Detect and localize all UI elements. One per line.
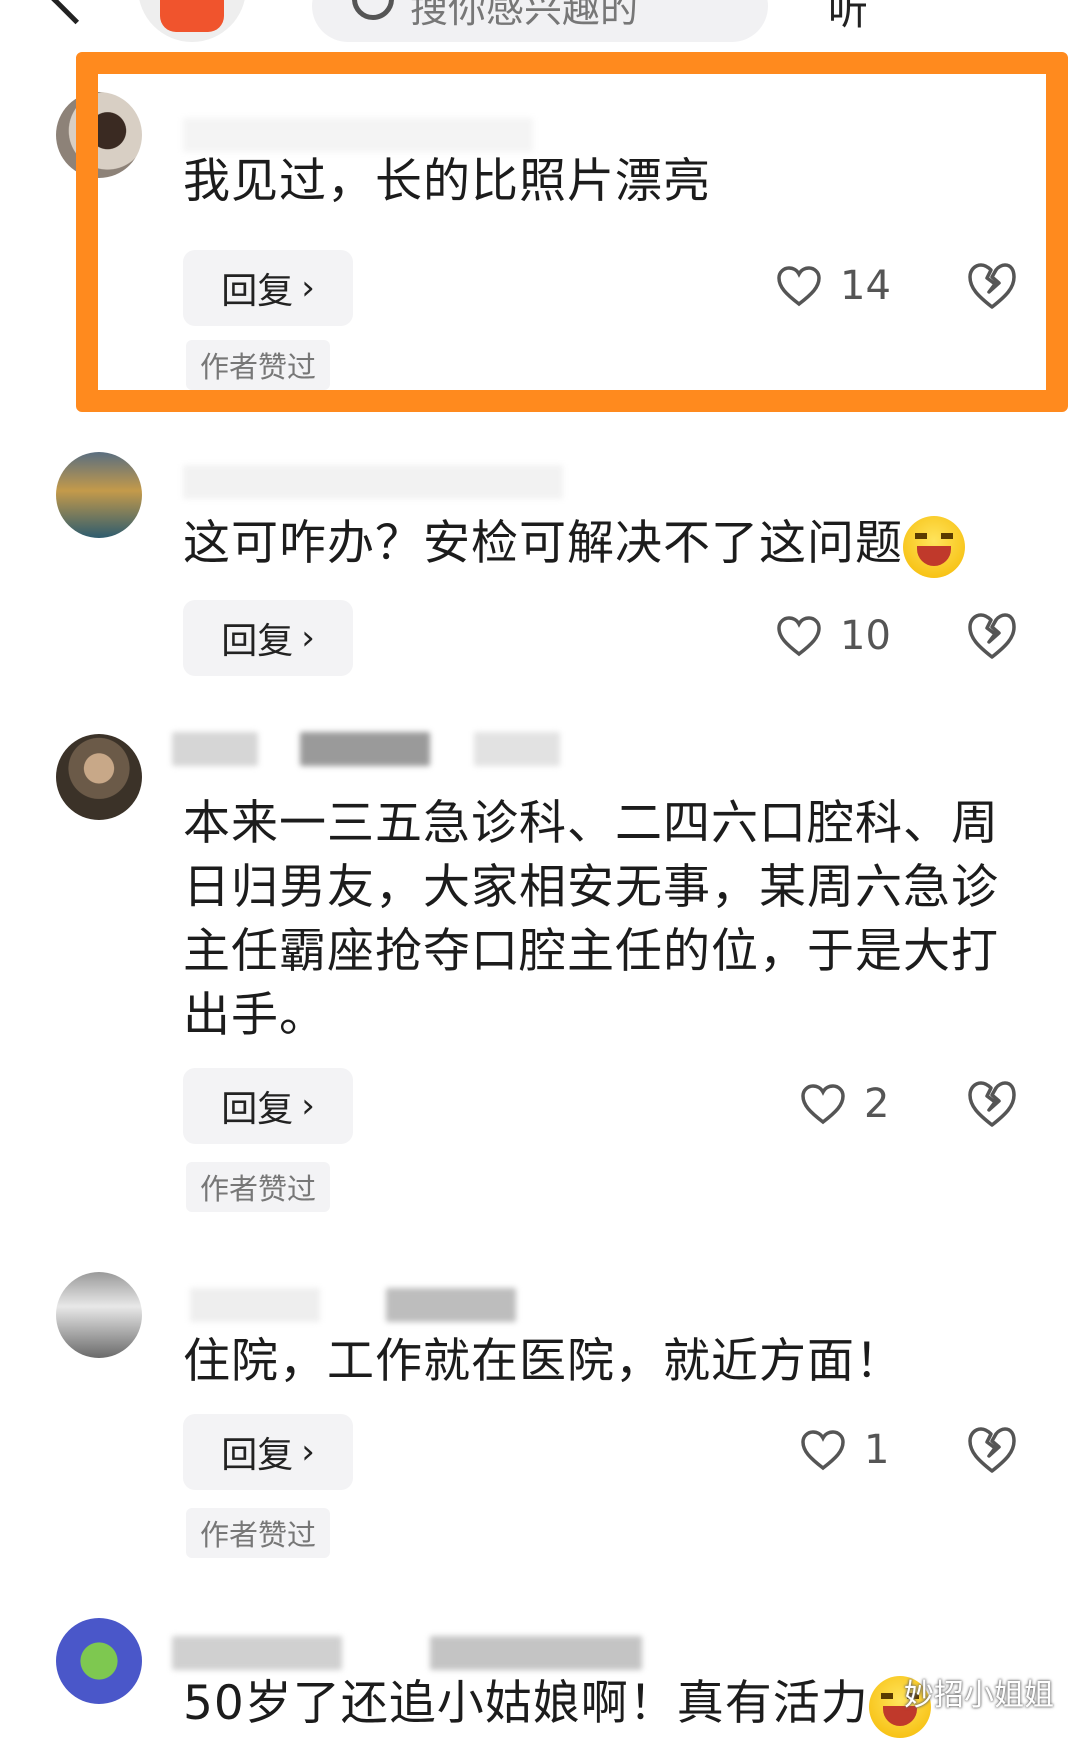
reply-label: 回复 xyxy=(221,621,294,662)
reply-button[interactable]: 回复 › xyxy=(183,600,353,676)
avatar[interactable] xyxy=(56,734,142,820)
heart-icon xyxy=(777,616,821,657)
reply-label: 回复 xyxy=(221,1089,294,1130)
top-bar: 搜你感兴趣的 听 xyxy=(0,0,1080,48)
chevron-right-icon: › xyxy=(301,1086,315,1126)
username-blurred xyxy=(172,1636,342,1670)
username-blurred xyxy=(386,1288,516,1322)
like-count: 10 xyxy=(840,613,891,659)
dislike-broken-heart-icon[interactable] xyxy=(966,1424,1018,1476)
laughing-emoji-icon xyxy=(903,515,965,578)
watermark: 妙招小姐姐 xyxy=(904,1678,1054,1713)
reply-button[interactable]: 回复 › xyxy=(183,1414,353,1490)
like-button[interactable]: 2 xyxy=(800,1074,889,1134)
comment-text: 本来一三五急诊科、二四六口腔科、周日归男友，大家相安无事，某周六急诊主任霸座抢夺… xyxy=(183,796,999,1043)
like-count: 1 xyxy=(864,1427,890,1473)
dislike-broken-heart-icon[interactable] xyxy=(966,1078,1018,1130)
heart-icon xyxy=(801,1430,845,1471)
avatar[interactable] xyxy=(56,1618,142,1704)
listen-button[interactable]: 听 xyxy=(828,0,868,36)
search-placeholder: 搜你感兴趣的 xyxy=(410,0,639,31)
username-blurred xyxy=(172,732,258,766)
comment-text-row: 这可咋办？安检可解决不了这问题 xyxy=(183,512,1033,578)
like-button[interactable]: 1 xyxy=(800,1420,889,1480)
avatar[interactable] xyxy=(56,452,142,538)
highlight-frame xyxy=(76,52,1068,412)
chevron-right-icon: › xyxy=(301,618,315,658)
dislike-broken-heart-icon[interactable] xyxy=(966,610,1018,662)
reply-button[interactable]: 回复 › xyxy=(183,1068,353,1144)
reply-label: 回复 xyxy=(221,1435,294,1476)
avatar[interactable] xyxy=(56,1272,142,1358)
back-arrow-icon[interactable] xyxy=(50,0,101,25)
like-button[interactable]: 10 xyxy=(776,606,891,666)
username-blurred xyxy=(190,1288,320,1322)
chevron-right-icon: › xyxy=(301,1432,315,1472)
username-blurred xyxy=(474,732,560,766)
author-liked-badge: 作者赞过 xyxy=(186,1508,330,1558)
author-liked-badge: 作者赞过 xyxy=(186,1162,330,1212)
comment-text: 50岁了还追小姑娘啊！真有活力 xyxy=(183,1676,869,1731)
username-blurred xyxy=(183,465,563,499)
username-blurred xyxy=(430,1636,642,1670)
red-envelope-icon[interactable] xyxy=(160,0,224,32)
like-count: 2 xyxy=(864,1081,890,1127)
heart-icon xyxy=(801,1084,845,1125)
comment-text: 住院，工作就在医院，就近方面！ xyxy=(183,1334,903,1389)
comment-text: 这可咋办？安检可解决不了这问题 xyxy=(183,516,903,571)
username-blurred xyxy=(300,732,430,766)
